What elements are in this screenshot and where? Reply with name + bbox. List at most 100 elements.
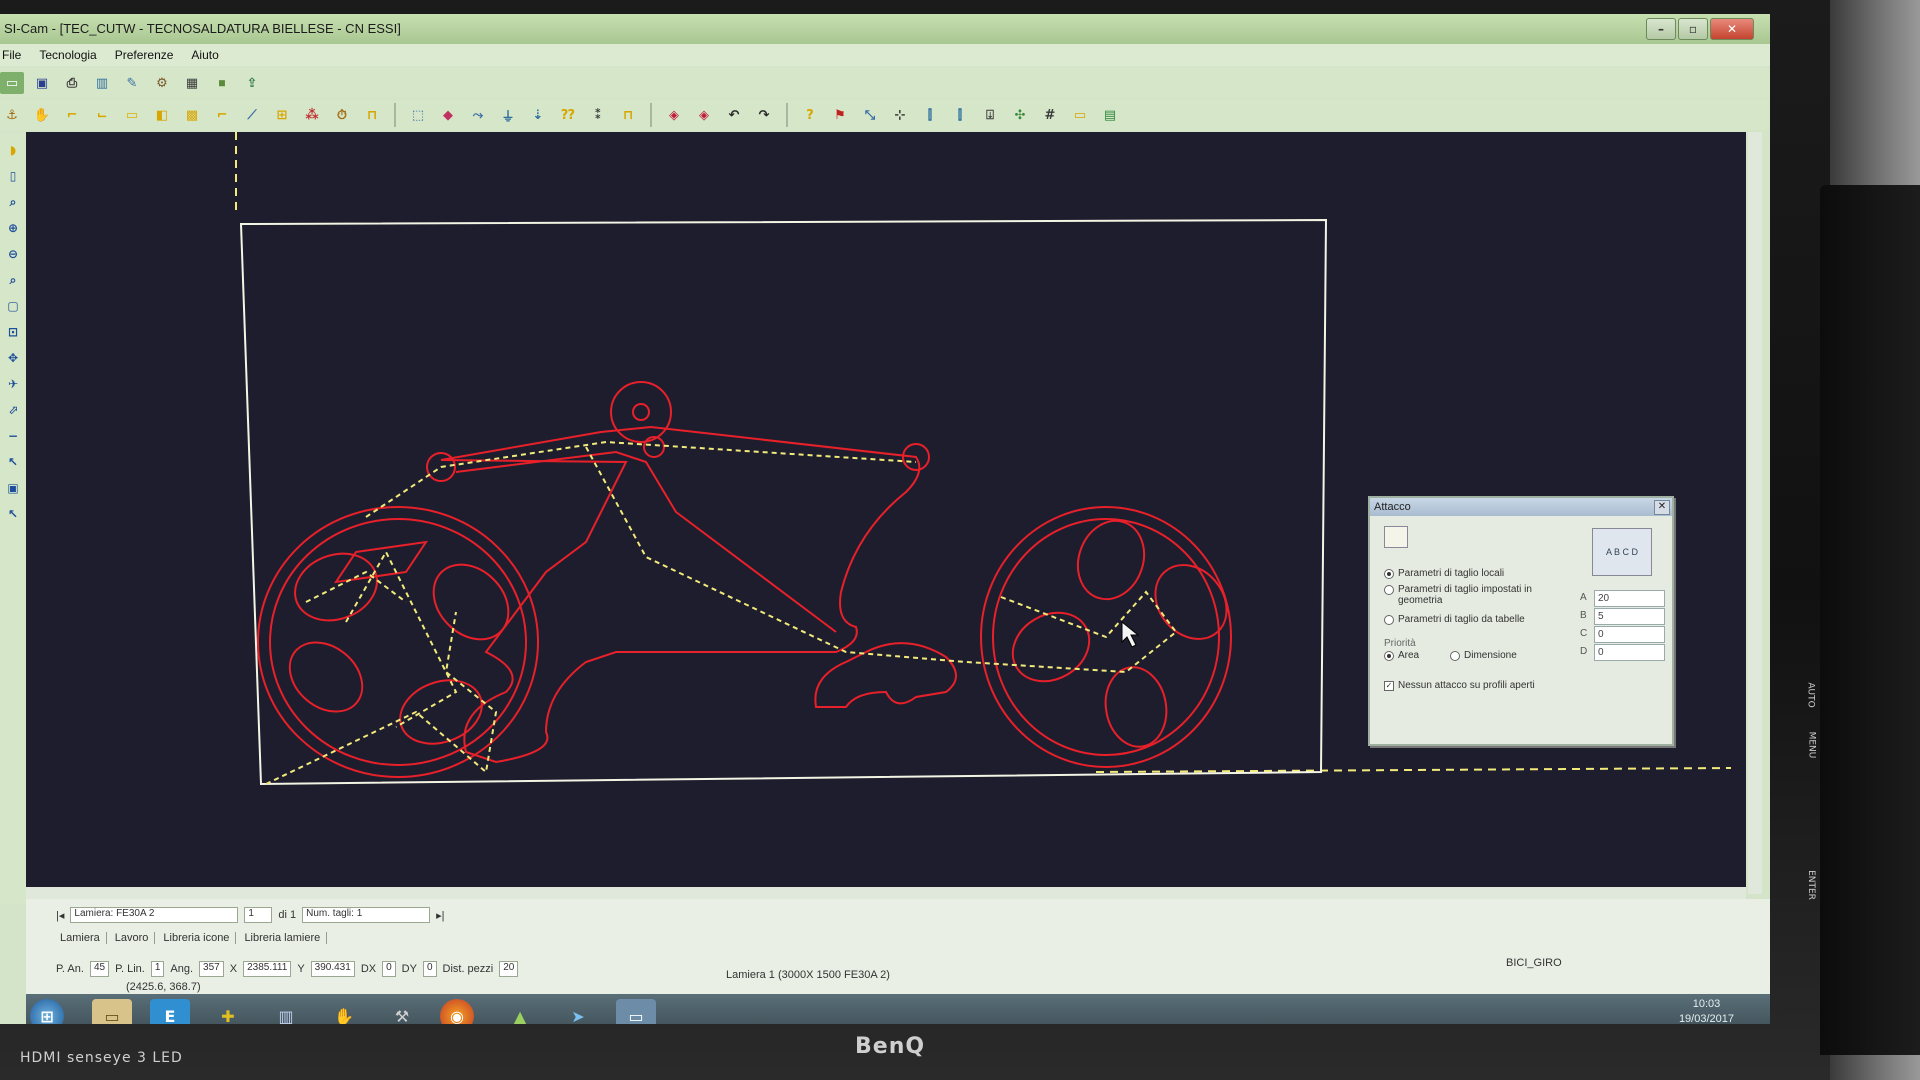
tab-libreria-lamiere[interactable]: Libreria lamiere — [244, 932, 328, 944]
nest-icon[interactable]: ▩ — [180, 104, 204, 126]
menu-aiuto[interactable]: Aiuto — [189, 48, 220, 62]
dialog-close-button[interactable]: ✕ — [1654, 500, 1670, 515]
option-geometry-params[interactable]: Parametri di taglio impostati in geometr… — [1384, 584, 1544, 606]
app-e-icon[interactable]: E — [150, 999, 190, 1024]
zoom-window-icon[interactable]: ⌕ — [3, 270, 23, 290]
undo-icon[interactable]: ↶ — [722, 104, 746, 126]
minus-icon[interactable]: − — [3, 426, 23, 446]
taskbar-clock[interactable]: 10:03 19/03/2017 — [1679, 997, 1734, 1024]
param-c-field[interactable]: 0 — [1594, 626, 1665, 643]
zoom-in-icon[interactable]: ⊕ — [3, 218, 23, 238]
start-button[interactable]: ⊞ — [30, 999, 64, 1024]
erase-icon[interactable]: ◈ — [662, 104, 686, 126]
path-icon[interactable]: ⤳ — [466, 104, 490, 126]
maximize-button[interactable]: ▫ — [1678, 18, 1708, 40]
plane-icon[interactable]: ✈ — [3, 374, 23, 394]
dx-field[interactable]: 0 — [382, 961, 396, 977]
frame-icon[interactable]: ⌐ — [210, 104, 234, 126]
bracket-alt-icon[interactable]: ⫿ — [948, 104, 972, 126]
option-local-params[interactable]: Parametri di taglio locali — [1384, 568, 1504, 579]
corner-icon[interactable]: ⌐ — [60, 104, 84, 126]
param-b-field[interactable]: 5 — [1594, 608, 1665, 625]
window-app-icon[interactable]: ▭ — [616, 999, 656, 1024]
param-d-field[interactable]: 0 — [1594, 644, 1665, 661]
new-icon[interactable]: ▭ — [0, 72, 24, 94]
cam-app-icon[interactable]: ▲ — [500, 999, 540, 1025]
card-icon[interactable]: ▭ — [1068, 104, 1092, 126]
explorer-icon[interactable]: ▭ — [92, 999, 132, 1024]
zoom-fit-icon[interactable]: ⤡ — [858, 104, 882, 126]
tab-libreria-icone[interactable]: Libreria icone — [163, 932, 237, 944]
radio-local-params[interactable] — [1384, 569, 1394, 579]
flag-icon[interactable]: ⚑ — [828, 104, 852, 126]
close-button[interactable]: ✕ — [1710, 18, 1754, 40]
vertical-scrollbar[interactable] — [1748, 132, 1762, 894]
open-profiles-checkbox[interactable]: ✓ — [1384, 681, 1394, 691]
order-icon[interactable]: ⁇ — [556, 104, 580, 126]
layer-icon[interactable]: ▣ — [3, 478, 23, 498]
probe-icon[interactable]: ⍗ — [978, 104, 1002, 126]
gear-icon[interactable]: ▤ — [1098, 104, 1122, 126]
pointer-icon[interactable]: ↖ — [3, 452, 23, 472]
timer-icon[interactable]: ⏱ — [330, 104, 354, 126]
drawing-canvas[interactable]: Attacco ✕ Parametri di taglio locali Par… — [26, 132, 1746, 894]
p-an-field[interactable]: 45 — [89, 961, 110, 977]
erase-alt-icon[interactable]: ◈ — [692, 104, 716, 126]
measure-icon[interactable]: ⟋ — [240, 104, 264, 126]
arrow-app-icon[interactable]: ➤ — [558, 999, 598, 1025]
corner-alt-icon[interactable]: ⌙ — [90, 104, 114, 126]
y-field[interactable]: 390.431 — [310, 961, 355, 977]
horizontal-scrollbar[interactable] — [26, 887, 1746, 899]
p-lin-field[interactable]: 1 — [150, 961, 165, 977]
tab-lamiera[interactable]: Lamiera — [60, 932, 107, 944]
menu-file[interactable]: File — [0, 48, 23, 62]
menu-tecnologia[interactable]: Tecnologia — [37, 48, 98, 62]
radio-area[interactable] — [1384, 651, 1394, 661]
zoom-icon[interactable]: ⌕ — [3, 192, 23, 212]
hatch-icon[interactable]: # — [1038, 104, 1062, 126]
plus-app-icon[interactable]: ✚ — [208, 999, 248, 1025]
pan-icon[interactable]: ✥ — [3, 348, 23, 368]
crop-icon[interactable]: ⊡ — [3, 322, 23, 342]
page-icon[interactable]: ▢ — [3, 296, 23, 316]
radio-geometry-params[interactable] — [1384, 585, 1394, 595]
param-a-field[interactable]: 20 — [1594, 590, 1665, 607]
nav-next-icon[interactable]: ▸| — [436, 909, 444, 922]
ang-field[interactable]: 357 — [199, 961, 224, 977]
hand-icon[interactable]: ✋ — [30, 104, 54, 126]
dimension-icon[interactable]: ⊹ — [888, 104, 912, 126]
tab-lavoro[interactable]: Lavoro — [115, 932, 156, 944]
puzzle-icon[interactable]: ✣ — [1008, 104, 1032, 126]
array-icon[interactable]: ⊞ — [270, 104, 294, 126]
nav-first-icon[interactable]: |◂ — [56, 909, 64, 922]
print-icon[interactable]: ⎙ — [60, 72, 84, 94]
zoom-out-icon[interactable]: ⊖ — [3, 244, 23, 264]
radio-table-params[interactable] — [1384, 615, 1394, 625]
page-field[interactable]: 1 — [244, 907, 273, 923]
save-icon[interactable]: ▣ — [30, 72, 54, 94]
cursor-icon[interactable]: ↖ — [3, 504, 23, 524]
shape-icon[interactable]: ◗ — [3, 140, 23, 160]
chart-app-icon[interactable]: ▥ — [266, 999, 306, 1025]
tool-icon[interactable]: ✎ — [120, 72, 144, 94]
priority-dimensione[interactable]: Dimensione — [1450, 650, 1517, 661]
pin-icon[interactable]: ⇣ — [526, 104, 550, 126]
hand-app-icon[interactable]: ✋ — [324, 999, 364, 1025]
dist-pezzi-field[interactable]: 20 — [499, 961, 519, 977]
lamiera-field[interactable]: Lamiera: FE30A 2 — [70, 907, 239, 923]
chart-icon[interactable]: ▥ — [90, 72, 114, 94]
open-profiles-option[interactable]: ✓ Nessun attacco su profili aperti — [1384, 680, 1535, 691]
torch-icon[interactable]: ⏚ — [496, 104, 520, 126]
option-table-params[interactable]: Parametri di taglio da tabelle — [1384, 614, 1525, 625]
grid-icon[interactable]: ▦ — [180, 72, 204, 94]
pierce-icon[interactable]: ◆ — [436, 104, 460, 126]
stop-icon[interactable]: ⏹ — [210, 72, 234, 94]
folder-icon[interactable]: ▭ — [120, 104, 144, 126]
select-icon[interactable]: ⬚ — [406, 104, 430, 126]
tools-app-icon[interactable]: ⚒ — [382, 999, 422, 1025]
help-icon[interactable]: ? — [798, 104, 822, 126]
note-icon[interactable]: ▯ — [3, 166, 23, 186]
redo-icon[interactable]: ↷ — [752, 104, 776, 126]
seq-icon[interactable]: ⁑ — [586, 104, 610, 126]
radio-dimensione[interactable] — [1450, 651, 1460, 661]
